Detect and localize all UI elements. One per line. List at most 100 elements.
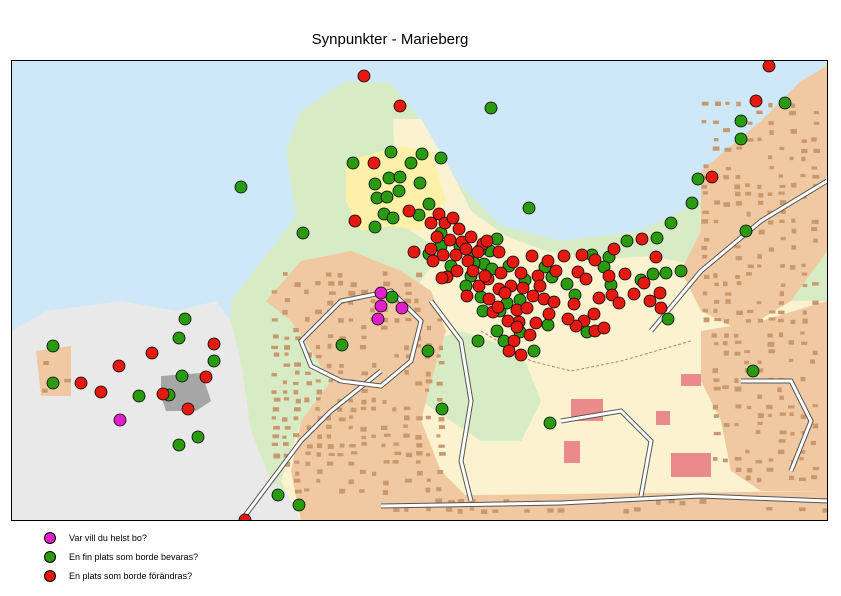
point-live[interactable] xyxy=(113,413,127,427)
point-change[interactable] xyxy=(464,230,478,244)
point-preserve[interactable] xyxy=(178,312,192,326)
point-change[interactable] xyxy=(494,266,508,280)
point-change[interactable] xyxy=(207,337,221,351)
point-change[interactable] xyxy=(478,269,492,283)
point-preserve[interactable] xyxy=(746,364,760,378)
point-preserve[interactable] xyxy=(207,354,221,368)
point-preserve[interactable] xyxy=(335,338,349,352)
point-preserve[interactable] xyxy=(691,172,705,186)
point-change[interactable] xyxy=(459,242,473,256)
point-change[interactable] xyxy=(357,69,371,83)
point-change[interactable] xyxy=(443,233,457,247)
point-change[interactable] xyxy=(653,286,667,300)
point-change[interactable] xyxy=(526,289,540,303)
point-change[interactable] xyxy=(514,348,528,362)
point-preserve[interactable] xyxy=(659,266,673,280)
map-canvas[interactable] xyxy=(12,61,827,520)
point-change[interactable] xyxy=(597,321,611,335)
point-change[interactable] xyxy=(602,269,616,283)
point-preserve[interactable] xyxy=(685,196,699,210)
point-change[interactable] xyxy=(426,254,440,268)
point-preserve[interactable] xyxy=(541,318,555,332)
point-preserve[interactable] xyxy=(434,151,448,165)
point-change[interactable] xyxy=(145,346,159,360)
point-preserve[interactable] xyxy=(435,402,449,416)
point-preserve[interactable] xyxy=(271,488,285,502)
point-change[interactable] xyxy=(587,307,601,321)
point-preserve[interactable] xyxy=(172,438,186,452)
point-preserve[interactable] xyxy=(234,180,248,194)
point-change[interactable] xyxy=(607,242,621,256)
point-change[interactable] xyxy=(471,245,485,259)
point-change[interactable] xyxy=(549,264,563,278)
point-preserve[interactable] xyxy=(404,156,418,170)
point-change[interactable] xyxy=(557,249,571,263)
point-preserve[interactable] xyxy=(661,312,675,326)
point-preserve[interactable] xyxy=(522,201,536,215)
point-change[interactable] xyxy=(446,211,460,225)
point-preserve[interactable] xyxy=(490,324,504,338)
point-preserve[interactable] xyxy=(527,344,541,358)
point-change[interactable] xyxy=(348,214,362,228)
point-preserve[interactable] xyxy=(292,498,306,512)
point-change[interactable] xyxy=(627,287,641,301)
point-change[interactable] xyxy=(588,253,602,267)
point-change[interactable] xyxy=(618,267,632,281)
point-change[interactable] xyxy=(492,245,506,259)
point-change[interactable] xyxy=(181,402,195,416)
point-preserve[interactable] xyxy=(132,389,146,403)
point-live[interactable] xyxy=(374,286,388,300)
point-change[interactable] xyxy=(430,230,444,244)
point-change[interactable] xyxy=(367,156,381,170)
point-change[interactable] xyxy=(199,370,213,384)
point-preserve[interactable] xyxy=(385,290,399,304)
point-change[interactable] xyxy=(506,255,520,269)
map-view[interactable] xyxy=(11,60,828,521)
point-change[interactable] xyxy=(407,245,421,259)
point-preserve[interactable] xyxy=(175,369,189,383)
point-change[interactable] xyxy=(575,248,589,262)
point-preserve[interactable] xyxy=(384,145,398,159)
point-preserve[interactable] xyxy=(620,234,634,248)
point-preserve[interactable] xyxy=(346,156,360,170)
point-change[interactable] xyxy=(654,301,668,315)
point-change[interactable] xyxy=(561,312,575,326)
point-preserve[interactable] xyxy=(368,177,382,191)
point-preserve[interactable] xyxy=(413,176,427,190)
point-preserve[interactable] xyxy=(191,430,205,444)
point-live[interactable] xyxy=(371,312,385,326)
point-change[interactable] xyxy=(579,272,593,286)
point-change[interactable] xyxy=(612,296,626,310)
point-change[interactable] xyxy=(705,170,719,184)
point-preserve[interactable] xyxy=(739,224,753,238)
point-change[interactable] xyxy=(523,328,537,342)
point-change[interactable] xyxy=(402,204,416,218)
point-preserve[interactable] xyxy=(421,344,435,358)
point-preserve[interactable] xyxy=(296,226,310,240)
point-change[interactable] xyxy=(649,250,663,264)
point-change[interactable] xyxy=(393,99,407,113)
point-change[interactable] xyxy=(424,216,438,230)
point-change[interactable] xyxy=(514,266,528,280)
point-change[interactable] xyxy=(498,286,512,300)
point-change[interactable] xyxy=(529,316,543,330)
point-preserve[interactable] xyxy=(674,264,688,278)
point-live[interactable] xyxy=(395,301,409,315)
point-change[interactable] xyxy=(567,297,581,311)
point-preserve[interactable] xyxy=(172,331,186,345)
point-preserve[interactable] xyxy=(734,114,748,128)
point-change[interactable] xyxy=(533,279,547,293)
point-change[interactable] xyxy=(156,387,170,401)
point-change[interactable] xyxy=(643,294,657,308)
point-preserve[interactable] xyxy=(471,334,485,348)
point-live[interactable] xyxy=(374,299,388,313)
point-preserve[interactable] xyxy=(386,211,400,225)
point-preserve[interactable] xyxy=(646,267,660,281)
point-change[interactable] xyxy=(635,232,649,246)
point-change[interactable] xyxy=(525,249,539,263)
point-change[interactable] xyxy=(491,300,505,314)
point-preserve[interactable] xyxy=(368,220,382,234)
point-change[interactable] xyxy=(510,320,524,334)
point-preserve[interactable] xyxy=(778,96,792,110)
point-change[interactable] xyxy=(502,344,516,358)
